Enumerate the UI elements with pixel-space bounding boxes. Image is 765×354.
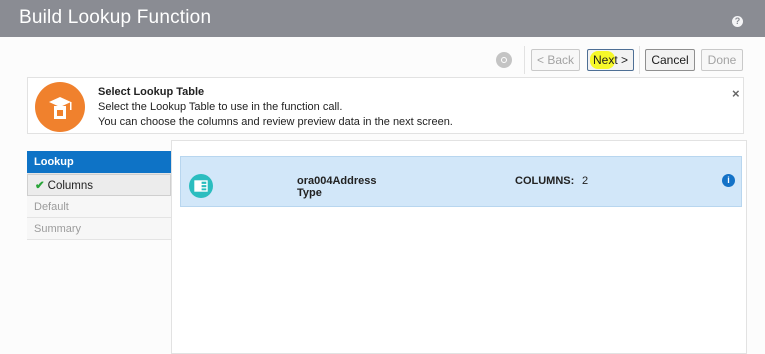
banner-line: You can choose the columns and review pr…: [98, 116, 453, 128]
columns-count: 2: [582, 175, 589, 187]
train-stop-nav: Lookup ✔ Columns Default Summary: [27, 151, 171, 240]
nav-item-columns[interactable]: ✔ Columns: [27, 174, 171, 196]
close-icon[interactable]: ×: [732, 86, 740, 101]
toolbar-separator: [639, 46, 640, 74]
table-icon: [189, 174, 213, 198]
back-button-label: < Back: [536, 53, 575, 67]
nav-item-label: Summary: [34, 223, 82, 235]
nav-item-label: Default: [34, 201, 69, 213]
columns-label: COLUMNS:: [515, 175, 575, 187]
lookup-table-name: ora004AddressType: [297, 175, 377, 199]
done-button[interactable]: Done: [701, 49, 743, 71]
title-bar: Build Lookup Function ?: [0, 0, 765, 37]
help-icon[interactable]: ?: [732, 16, 743, 27]
disabled-status-icon: [496, 52, 512, 68]
next-button[interactable]: Next >: [587, 49, 634, 71]
dialog-title: Build Lookup Function: [19, 7, 212, 28]
back-button[interactable]: < Back: [531, 49, 580, 71]
banner-line: Select the Lookup Table to use in the fu…: [98, 101, 343, 113]
nav-item-label: Columns: [47, 180, 94, 192]
done-button-label: Done: [707, 53, 737, 67]
nav-item-lookup[interactable]: Lookup: [27, 151, 171, 174]
next-button-label: Next >: [592, 53, 628, 67]
banner-title: Select Lookup Table: [98, 86, 205, 98]
cancel-button-label: Cancel: [651, 53, 689, 67]
nav-item-default: Default: [27, 196, 171, 218]
graduation-cap-icon: [35, 82, 85, 132]
info-icon[interactable]: i: [722, 174, 735, 187]
cancel-button[interactable]: Cancel: [645, 49, 695, 71]
toolbar-separator: [524, 46, 525, 74]
nav-item-label: Lookup: [34, 156, 74, 168]
checkmark-icon: ✔: [35, 180, 45, 192]
nav-item-summary: Summary: [27, 218, 171, 240]
table-row[interactable]: [180, 156, 742, 207]
